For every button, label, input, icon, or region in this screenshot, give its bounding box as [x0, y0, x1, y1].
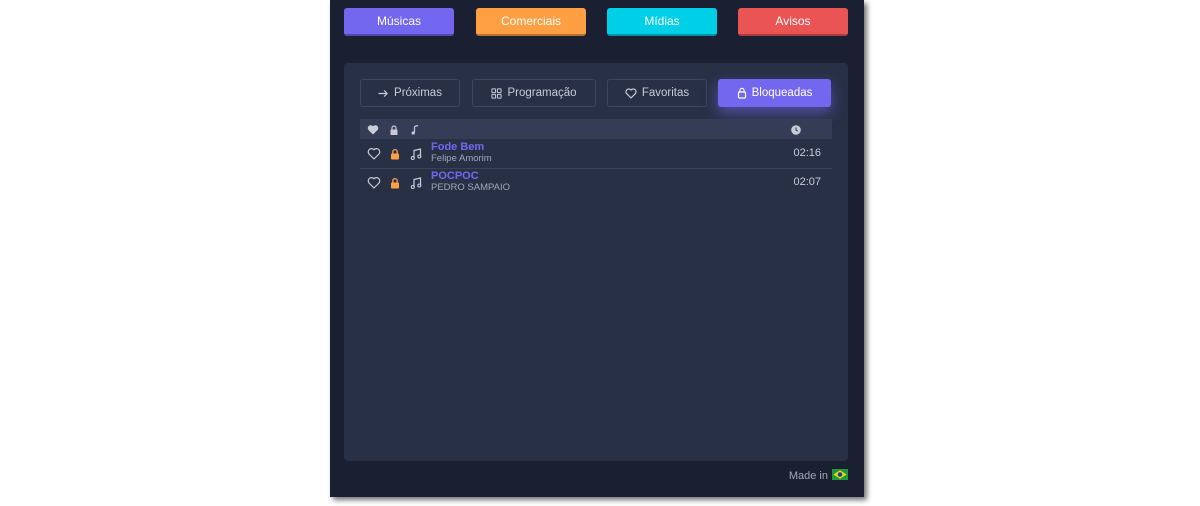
lock-icon [737, 87, 747, 99]
tab-label: Próximas [394, 87, 442, 99]
footer: Made in [789, 469, 848, 483]
musicas-button[interactable]: Músicas [344, 8, 454, 36]
tab-label: Programação [507, 87, 577, 99]
brazil-flag-icon [832, 469, 848, 483]
music-note-icon [409, 176, 423, 190]
heart-icon [367, 123, 379, 135]
playlist-card: Próximas Programação Favoritas Bloqueada… [344, 63, 848, 461]
heart-icon[interactable] [367, 147, 381, 161]
lock-icon[interactable] [388, 176, 402, 190]
lock-icon [388, 123, 400, 135]
table-row[interactable]: Fode Bem Felipe Amorim 02:16 [360, 140, 832, 169]
song-artist: Felipe Amorim [431, 153, 492, 164]
arrow-right-icon [378, 88, 389, 99]
heart-icon[interactable] [367, 176, 381, 190]
tab-proximas[interactable]: Próximas [360, 79, 460, 107]
avisos-button[interactable]: Avisos [738, 8, 848, 36]
song-title: Fode Bem [431, 141, 485, 153]
grid-icon [491, 87, 503, 99]
song-duration: 02:16 [793, 147, 821, 159]
clock-icon [790, 123, 802, 135]
tab-programacao[interactable]: Programação [472, 79, 596, 107]
tab-label: Bloqueadas [751, 87, 813, 99]
comerciais-button[interactable]: Comerciais [476, 8, 586, 36]
footer-label: Made in [788, 470, 828, 482]
heart-icon [625, 87, 637, 99]
tab-label: Favoritas [641, 87, 690, 99]
tab-favoritas[interactable]: Favoritas [607, 79, 707, 107]
song-title: POCPOC [431, 170, 479, 182]
song-artist: PEDRO SAMPAIO [431, 182, 511, 193]
music-note-icon [409, 147, 423, 161]
music-note-icon [409, 123, 421, 135]
table-row[interactable]: POCPOC PEDRO SAMPAIO 02:07 [360, 169, 832, 197]
lock-icon[interactable] [388, 147, 402, 161]
table-header [360, 119, 832, 139]
song-duration: 02:07 [793, 176, 821, 188]
tab-bloqueadas[interactable]: Bloqueadas [718, 79, 831, 107]
player-panel: Músicas Comerciais Mídias Avisos Próxima… [330, 0, 864, 497]
midias-button[interactable]: Mídias [607, 8, 717, 36]
